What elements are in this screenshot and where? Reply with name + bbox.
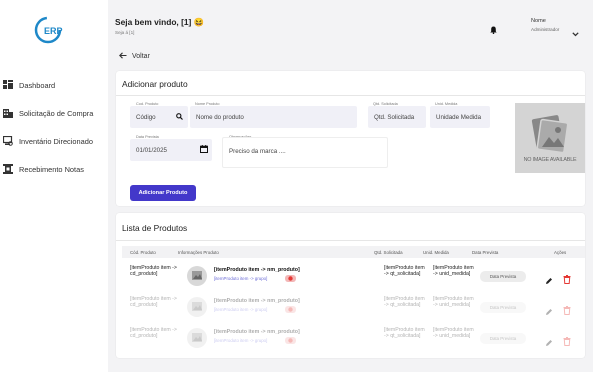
sidebar: ERP Dashboard Solicitação de Compra Inve… <box>0 0 108 372</box>
table-row[interactable]: [itemProduto item -> cd_produto] [itemPr… <box>122 292 585 322</box>
column-header: Qtd. Solicitada <box>374 250 403 255</box>
nome-input[interactable]: Nome do produto <box>190 106 357 128</box>
product-thumbnail <box>187 266 207 286</box>
danger-badge <box>285 275 296 282</box>
divider <box>116 240 585 241</box>
sidebar-item-label: Dashboard <box>19 80 56 90</box>
user-name: Nome <box>531 18 546 24</box>
sidebar-item-label: Solicitação de Compra <box>19 108 94 118</box>
nome-placeholder: Nome do produto <box>196 113 244 121</box>
sidebar-item-dashboard[interactable]: Dashboard <box>3 80 55 90</box>
product-name: [itemProduto item -> nm_produto] <box>214 267 300 273</box>
cod-input[interactable]: Código <box>130 106 188 128</box>
topbar: Seja bem vindo, [1] 😆 Seja á [1] Nome Ad… <box>108 0 593 44</box>
qtd-cell: [itemProduto item -> qt_solicitada] <box>384 327 425 340</box>
no-image-placeholder: NO IMAGE AVAILABLE <box>515 103 585 173</box>
edit-icon[interactable] <box>545 334 553 352</box>
column-header: Informações Produto <box>178 250 219 255</box>
cod-cell: [itemProduto item -> cd_produto] <box>130 296 177 309</box>
sidebar-item-label: Inventário Direcionado <box>19 136 93 146</box>
no-image-text: NO IMAGE AVAILABLE <box>523 157 577 163</box>
column-header: Unid. Medida <box>423 250 449 255</box>
unid-input[interactable]: Unidade Medida <box>430 106 490 128</box>
arrow-left-icon <box>119 52 127 61</box>
main-content: Seja bem vindo, [1] 😆 Seja á [1] Nome Ad… <box>108 0 593 372</box>
product-group: [itemProduto item -> grupo] <box>214 276 268 281</box>
erp-logo[interactable]: ERP <box>34 15 70 45</box>
product-name: [itemProduto item -> nm_produto] <box>214 329 300 335</box>
product-name: [itemProduto item -> nm_produto] <box>214 298 300 304</box>
product-thumbnail <box>187 297 207 317</box>
trash-icon[interactable] <box>563 302 571 320</box>
alert-icon <box>288 307 293 312</box>
qtd-input[interactable]: Qtd. Solicitada <box>368 106 426 128</box>
cod-value: Código <box>136 113 156 121</box>
unid-cell: [itemProduto item -> unid_medida] <box>433 327 474 340</box>
trash-icon[interactable] <box>563 333 571 351</box>
sidebar-item-label: Recebimento Notas <box>19 164 84 174</box>
inventory-icon <box>3 136 13 146</box>
qtd-placeholder: Qtd. Solicitada <box>374 113 415 121</box>
product-group: [itemProduto item -> grupo] <box>214 338 268 343</box>
date-pill[interactable]: Data Prevista <box>480 333 526 344</box>
product-group: [itemProduto item -> grupo] <box>214 307 268 312</box>
add-product-title: Adicionar produto <box>122 79 188 89</box>
danger-badge <box>285 337 296 344</box>
svg-text:ERP: ERP <box>44 26 63 36</box>
search-icon[interactable] <box>176 113 183 122</box>
product-list-card: Lista de Produtos Cód. Produto Informaçõ… <box>116 213 585 358</box>
add-product-card: Adicionar produto Cod. Produto Código No… <box>116 71 585 206</box>
table-row[interactable]: [itemProduto item -> cd_produto] [itemPr… <box>122 323 585 353</box>
back-button[interactable]: Voltar <box>119 52 150 61</box>
calendar-icon[interactable] <box>200 145 208 155</box>
divider <box>116 95 585 96</box>
edit-icon[interactable] <box>545 303 553 321</box>
date-pill[interactable]: Data Prevista <box>480 302 526 313</box>
alert-icon <box>288 276 293 281</box>
edit-icon[interactable] <box>545 272 553 290</box>
welcome-title: Seja bem vindo, [1] 😆 <box>115 17 205 27</box>
cod-cell: [itemProduto item -> cd_produto] <box>130 327 177 340</box>
column-header: Data Prevista <box>472 250 499 255</box>
bell-icon[interactable] <box>490 21 497 39</box>
cod-cell: [itemProduto item -> cd_produto] <box>130 265 177 278</box>
column-header: Cód. Produto <box>130 250 156 255</box>
welcome-subtitle: Seja á [1] <box>115 30 135 35</box>
qtd-cell: [itemProduto item -> qt_solicitada] <box>384 265 425 278</box>
chevron-down-icon[interactable] <box>572 24 579 42</box>
back-label: Voltar <box>132 53 150 60</box>
data-input[interactable]: 01/01/2025 <box>130 139 212 161</box>
column-header: Ações <box>554 250 567 255</box>
building-icon <box>3 108 13 118</box>
data-value: 01/01/2025 <box>136 146 167 154</box>
product-thumbnail <box>187 328 207 348</box>
qtd-cell: [itemProduto item -> qt_solicitada] <box>384 296 425 309</box>
product-list-title: Lista de Produtos <box>122 223 188 233</box>
obs-placeholder: Preciso da marca .... <box>229 148 286 155</box>
table-row[interactable]: [itemProduto item -> cd_produto] [itemPr… <box>122 261 585 291</box>
danger-badge <box>285 306 296 313</box>
receipt-icon <box>3 164 13 174</box>
obs-textarea[interactable]: Preciso da marca .... <box>222 137 388 168</box>
sidebar-item-recebimento[interactable]: Recebimento Notas <box>3 164 84 174</box>
unid-cell: [itemProduto item -> unid_medida] <box>433 296 474 309</box>
add-product-button[interactable]: Adicionar Produto <box>130 185 196 201</box>
image-icon <box>531 115 569 154</box>
sidebar-item-inventario[interactable]: Inventário Direcionado <box>3 136 93 146</box>
date-pill[interactable]: Data Prevista <box>480 271 526 282</box>
alert-icon <box>288 338 293 343</box>
dashboard-icon <box>3 80 13 90</box>
user-role: Administrador <box>531 27 560 32</box>
sidebar-item-solicitacao[interactable]: Solicitação de Compra <box>3 108 93 118</box>
trash-icon[interactable] <box>563 271 571 289</box>
unid-placeholder: Unidade Medida <box>436 113 482 121</box>
unid-cell: [itemProduto item -> unid_medida] <box>433 265 474 278</box>
